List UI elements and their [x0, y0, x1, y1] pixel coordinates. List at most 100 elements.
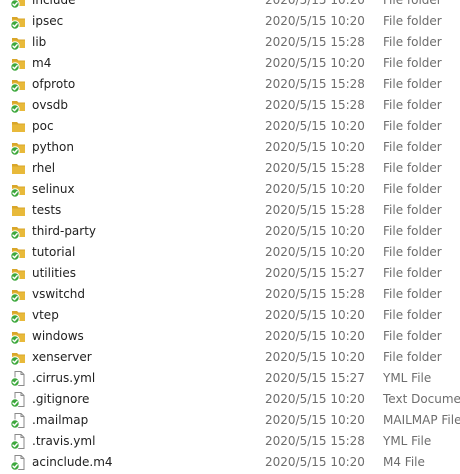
date-modified: 2020/5/15 10:20 — [265, 455, 365, 469]
file-row[interactable]: tutorial 2020/5/15 10:20 File folder — [0, 242, 460, 263]
folder-icon — [10, 139, 28, 156]
file-row[interactable]: utilities 2020/5/15 15:27 File folder — [0, 263, 460, 284]
file-type: File folder — [383, 0, 442, 7]
file-icon — [10, 454, 28, 471]
file-name: python — [32, 140, 74, 154]
file-name: tests — [32, 203, 62, 217]
file-type: File folder — [383, 56, 442, 70]
folder-icon — [10, 244, 28, 261]
file-type: File folder — [383, 203, 442, 217]
file-row[interactable]: third-party 2020/5/15 10:20 File folder — [0, 221, 460, 242]
date-modified: 2020/5/15 10:20 — [265, 329, 365, 343]
file-row[interactable]: python 2020/5/15 10:20 File folder — [0, 137, 460, 158]
file-name: selinux — [32, 182, 75, 196]
folder-icon — [10, 97, 28, 114]
file-name: third-party — [32, 224, 97, 238]
file-type: Text Document — [383, 392, 460, 406]
date-modified: 2020/5/15 15:28 — [265, 77, 365, 91]
file-row[interactable]: acinclude.m4 2020/5/15 10:20 M4 File — [0, 452, 460, 473]
file-icon — [10, 391, 28, 408]
file-name: utilities — [32, 266, 76, 280]
file-name: .travis.yml — [32, 434, 96, 448]
file-name: include — [32, 0, 76, 7]
file-name: ovsdb — [32, 98, 68, 112]
file-name: acinclude.m4 — [32, 455, 113, 469]
file-name: m4 — [32, 56, 52, 70]
file-row[interactable]: windows 2020/5/15 10:20 File folder — [0, 326, 460, 347]
file-row[interactable]: ovsdb 2020/5/15 15:28 File folder — [0, 95, 460, 116]
file-row[interactable]: ofproto 2020/5/15 15:28 File folder — [0, 74, 460, 95]
date-modified: 2020/5/15 10:20 — [265, 56, 365, 70]
file-type: File folder — [383, 182, 442, 196]
file-row[interactable]: .mailmap 2020/5/15 10:20 MAILMAP File — [0, 410, 460, 431]
file-name: ofproto — [32, 77, 76, 91]
date-modified: 2020/5/15 10:20 — [265, 224, 365, 238]
folder-icon — [10, 76, 28, 93]
file-row[interactable]: m4 2020/5/15 10:20 File folder — [0, 53, 460, 74]
file-row[interactable]: tests 2020/5/15 15:28 File folder — [0, 200, 460, 221]
file-type: File folder — [383, 350, 442, 364]
file-name: xenserver — [32, 350, 92, 364]
file-row[interactable]: poc 2020/5/15 10:20 File folder — [0, 116, 460, 137]
folder-icon — [10, 307, 28, 324]
date-modified: 2020/5/15 10:20 — [265, 182, 365, 196]
file-name: vtep — [32, 308, 59, 322]
date-modified: 2020/5/15 15:28 — [265, 35, 365, 49]
file-row[interactable]: xenserver 2020/5/15 10:20 File folder — [0, 347, 460, 368]
file-type: File folder — [383, 161, 442, 175]
file-type: File folder — [383, 35, 442, 49]
file-type: YML File — [383, 434, 432, 448]
file-type: File folder — [383, 119, 442, 133]
date-modified: 2020/5/15 15:28 — [265, 203, 365, 217]
folder-icon — [10, 265, 28, 282]
folder-icon — [10, 328, 28, 345]
file-type: MAILMAP File — [383, 413, 460, 427]
file-row[interactable]: selinux 2020/5/15 10:20 File folder — [0, 179, 460, 200]
date-modified: 2020/5/15 10:20 — [265, 350, 365, 364]
file-row[interactable]: .cirrus.yml 2020/5/15 15:27 YML File — [0, 368, 460, 389]
file-name: .cirrus.yml — [32, 371, 96, 385]
date-modified: 2020/5/15 10:20 — [265, 140, 365, 154]
file-type: File folder — [383, 98, 442, 112]
file-type: File folder — [383, 77, 442, 91]
file-row[interactable]: include 2020/5/15 10:20 File folder — [0, 0, 460, 11]
file-type: File folder — [383, 140, 442, 154]
file-row[interactable]: rhel 2020/5/15 15:28 File folder — [0, 158, 460, 179]
file-name: ipsec — [32, 14, 64, 28]
folder-icon — [10, 349, 28, 366]
date-modified: 2020/5/15 15:28 — [265, 287, 365, 301]
file-type: M4 File — [383, 455, 425, 469]
file-type: File folder — [383, 224, 442, 238]
file-type: File folder — [383, 245, 442, 259]
date-modified: 2020/5/15 10:20 — [265, 14, 365, 28]
date-modified: 2020/5/15 15:27 — [265, 266, 365, 280]
date-modified: 2020/5/15 10:20 — [265, 308, 365, 322]
date-modified: 2020/5/15 15:28 — [265, 161, 365, 175]
file-name: rhel — [32, 161, 56, 175]
folder-icon — [10, 223, 28, 240]
date-modified: 2020/5/15 15:28 — [265, 98, 365, 112]
file-icon — [10, 370, 28, 387]
file-row[interactable]: vswitchd 2020/5/15 15:28 File folder — [0, 284, 460, 305]
file-type: File folder — [383, 287, 442, 301]
folder-icon — [10, 13, 28, 30]
file-type: File folder — [383, 329, 442, 343]
folder-icon — [10, 160, 28, 177]
file-name: tutorial — [32, 245, 76, 259]
folder-icon — [10, 34, 28, 51]
folder-icon — [10, 0, 28, 9]
date-modified: 2020/5/15 10:20 — [265, 245, 365, 259]
date-modified: 2020/5/15 15:27 — [265, 371, 365, 385]
date-modified: 2020/5/15 10:20 — [265, 119, 365, 133]
file-row[interactable]: vtep 2020/5/15 10:20 File folder — [0, 305, 460, 326]
file-icon — [10, 433, 28, 450]
file-row[interactable]: .travis.yml 2020/5/15 15:28 YML File — [0, 431, 460, 452]
file-name: .mailmap — [32, 413, 89, 427]
file-row[interactable]: .gitignore 2020/5/15 10:20 Text Document — [0, 389, 460, 410]
date-modified: 2020/5/15 10:20 — [265, 0, 365, 7]
file-row[interactable]: lib 2020/5/15 15:28 File folder — [0, 32, 460, 53]
file-name: .gitignore — [32, 392, 90, 406]
file-name: poc — [32, 119, 54, 133]
file-row[interactable]: ipsec 2020/5/15 10:20 File folder — [0, 11, 460, 32]
file-type: File folder — [383, 14, 442, 28]
